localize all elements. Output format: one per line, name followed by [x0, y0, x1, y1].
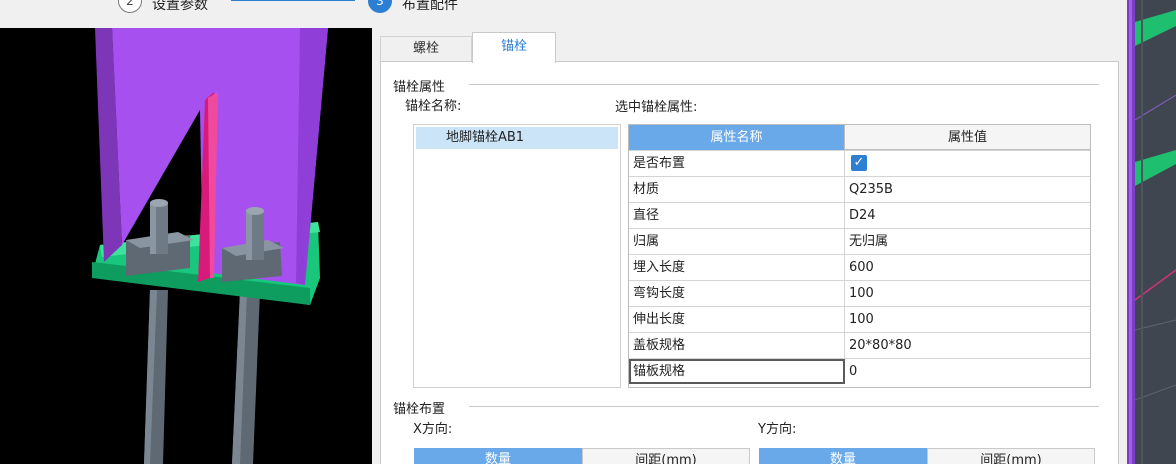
table-header: 属性名称 属性值 [629, 125, 1090, 150]
tab-bolt[interactable]: 螺栓 [380, 36, 472, 62]
property-value[interactable]: Q235B [845, 177, 1090, 202]
group-divider [469, 406, 1099, 407]
table-row[interactable]: 是否布置 ✓ [629, 150, 1090, 176]
x-direction-table[interactable]: 数量 间距(mm) [414, 448, 750, 464]
property-value[interactable]: ✓ [845, 151, 1090, 176]
property-name: 是否布置 [629, 151, 845, 176]
viewport-3d-right[interactable] [1127, 0, 1176, 464]
table-row[interactable]: 归属 无归属 [629, 228, 1090, 254]
step-3-indicator[interactable]: 3 [368, 0, 392, 13]
property-name: 材质 [629, 177, 845, 202]
step-3-label[interactable]: 布置配件 [402, 0, 458, 14]
table-row[interactable]: 伸出长度 100 [629, 306, 1090, 332]
property-name: 归属 [629, 229, 845, 254]
group-divider [469, 84, 1099, 85]
x-direction-label: X方向: [413, 422, 453, 437]
anchor-name-list[interactable]: 地脚锚栓AB1 [413, 124, 621, 388]
step-2-indicator[interactable]: 2 [118, 0, 142, 13]
property-value[interactable]: D24 [845, 203, 1090, 228]
property-value[interactable]: 100 [845, 281, 1090, 306]
y-column-header-count[interactable]: 数量 [759, 448, 927, 464]
property-name: 弯钩长度 [629, 281, 845, 306]
property-name: 埋入长度 [629, 255, 845, 280]
anchor-bolt-panel: 锚栓属性 锚栓名称: 选中锚栓属性: 地脚锚栓AB1 属性名称 属性值 是否布置… [380, 61, 1119, 464]
steel-column-base-model [92, 28, 328, 464]
table-row[interactable]: 直径 D24 [629, 202, 1090, 228]
table-row[interactable]: 埋入长度 600 [629, 254, 1090, 280]
table-row[interactable]: 盖板规格 20*80*80 [629, 332, 1090, 358]
x-column-header-spacing[interactable]: 间距(mm) [582, 448, 750, 464]
property-value[interactable]: 100 [845, 307, 1090, 332]
arrange-checkbox[interactable]: ✓ [851, 155, 867, 171]
property-value[interactable]: 600 [845, 255, 1090, 280]
accessory-dialog: 螺栓 锚栓 锚栓属性 锚栓名称: 选中锚栓属性: 地脚锚栓AB1 属性名称 属性… [372, 28, 1127, 464]
y-direction-table[interactable]: 数量 间距(mm) [759, 448, 1095, 464]
viewport-3d-left[interactable] [0, 0, 372, 464]
structure-model-preview [1127, 0, 1176, 464]
anchor-property-table[interactable]: 属性名称 属性值 是否布置 ✓ 材质 Q235B 直径 D24 归属 无归属 埋… [628, 124, 1091, 388]
wizard-step-bar: 2 设置参数 3 布置配件 [0, 0, 1127, 28]
x-column-header-count[interactable]: 数量 [414, 448, 582, 464]
property-value[interactable]: 20*80*80 [845, 333, 1090, 358]
column-header-value[interactable]: 属性值 [845, 125, 1090, 150]
property-name: 直径 [629, 203, 845, 228]
anchor-name-label: 锚栓名称: [405, 99, 462, 114]
anchor-layout-title: 锚栓布置 [393, 398, 452, 417]
table-row[interactable]: 弯钩长度 100 [629, 280, 1090, 306]
property-value[interactable]: 0 [845, 359, 1090, 384]
property-value[interactable]: 无归属 [845, 229, 1090, 254]
step-2-label[interactable]: 设置参数 [152, 0, 208, 14]
tab-anchor-bolt[interactable]: 锚栓 [472, 32, 556, 63]
property-name: 盖板规格 [629, 333, 845, 358]
step-connector [231, 0, 355, 1]
anchor-rods-lower [144, 290, 260, 464]
list-item[interactable]: 地脚锚栓AB1 [416, 127, 618, 149]
column-header-name[interactable]: 属性名称 [629, 125, 845, 150]
y-direction-label: Y方向: [758, 422, 797, 437]
table-row[interactable]: 锚板规格 0 [629, 358, 1090, 384]
property-name: 伸出长度 [629, 307, 845, 332]
table-row[interactable]: 材质 Q235B [629, 176, 1090, 202]
y-column-header-spacing[interactable]: 间距(mm) [927, 448, 1095, 464]
property-name: 锚板规格 [629, 359, 845, 384]
anchor-properties-title: 锚栓属性 [393, 76, 452, 95]
selected-anchor-label: 选中锚栓属性: [615, 100, 698, 115]
